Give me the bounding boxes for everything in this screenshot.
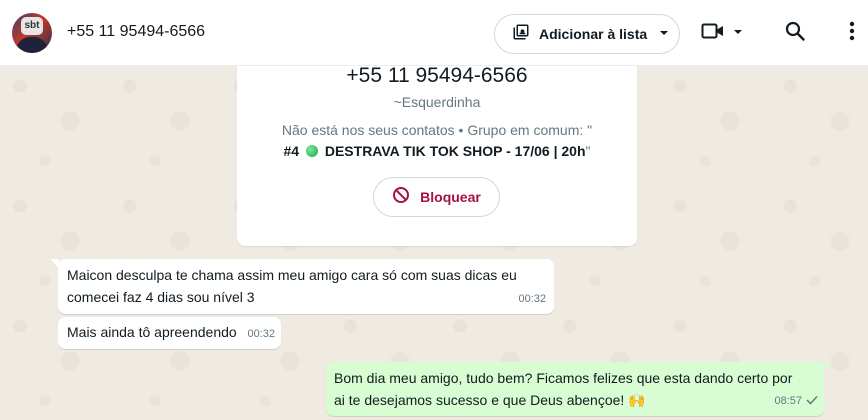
group-prefix: #4 <box>283 143 300 159</box>
message-incoming[interactable]: Mais ainda tô apreendendo 00:32 <box>58 317 281 349</box>
avatar[interactable]: sbt <box>12 13 52 53</box>
not-in-contacts-notice: Não está nos seus contatos • Grupo em co… <box>281 122 593 138</box>
caret-down-icon <box>659 25 669 43</box>
sent-check-icon <box>806 389 818 411</box>
bubble-tail <box>51 259 59 269</box>
add-to-list-label: Adicionar à lista <box>539 26 648 42</box>
chat-header: sbt +55 11 95494-6566 Adicionar à lista <box>0 0 868 66</box>
message-text-line: ai te desejamos sucesso e que Deus abenç… <box>334 392 646 408</box>
message-text-line: Mais ainda tô apreendendo <box>67 324 237 340</box>
common-group-name[interactable]: #4 DESTRAVA TIK TOK SHOP - 17/06 | 20h" <box>237 143 637 159</box>
contact-info-card: +55 11 95494-6566 ~Esquerdinha Não está … <box>237 40 637 246</box>
message-time: 00:32 <box>518 293 546 305</box>
video-call-icon <box>701 21 725 46</box>
message-time: 08:57 <box>774 395 802 407</box>
video-call-button[interactable] <box>698 20 746 46</box>
card-phone-number: +55 11 95494-6566 <box>346 64 528 87</box>
contact-title[interactable]: +55 11 95494-6566 <box>67 23 205 41</box>
green-circle-icon <box>305 145 318 157</box>
search-icon <box>785 21 805 46</box>
menu-button[interactable] <box>840 20 864 46</box>
block-label: Bloquear <box>420 189 481 205</box>
card-username: ~Esquerdinha <box>393 94 481 110</box>
add-to-list-button[interactable]: Adicionar à lista <box>494 14 680 54</box>
bubble-tail <box>823 362 831 372</box>
block-button[interactable]: Bloquear <box>373 177 500 217</box>
video-caret-icon <box>733 24 743 42</box>
avatar-logo: sbt <box>21 17 43 35</box>
message-time: 00:32 <box>247 328 275 340</box>
group-suffix: " <box>585 143 591 159</box>
message-text-line: Maicon desculpa te chama assim meu amigo… <box>67 267 517 283</box>
message-text-line: Bom dia meu amigo, tudo bem? Ficamos fel… <box>334 370 793 386</box>
message-outgoing[interactable]: Bom dia meu amigo, tudo bem? Ficamos fel… <box>326 362 831 416</box>
search-button[interactable] <box>782 20 808 46</box>
message-text-line: comecei faz 4 dias sou nível 3 <box>67 289 255 305</box>
avatar-figure <box>16 37 48 53</box>
message-incoming[interactable]: Maicon desculpa te chama assim meu amigo… <box>51 259 554 314</box>
menu-icon <box>849 21 855 46</box>
add-to-list-icon <box>512 23 530 46</box>
group-name: DESTRAVA TIK TOK SHOP - 17/06 | 20h <box>324 143 586 159</box>
block-icon <box>392 186 410 209</box>
